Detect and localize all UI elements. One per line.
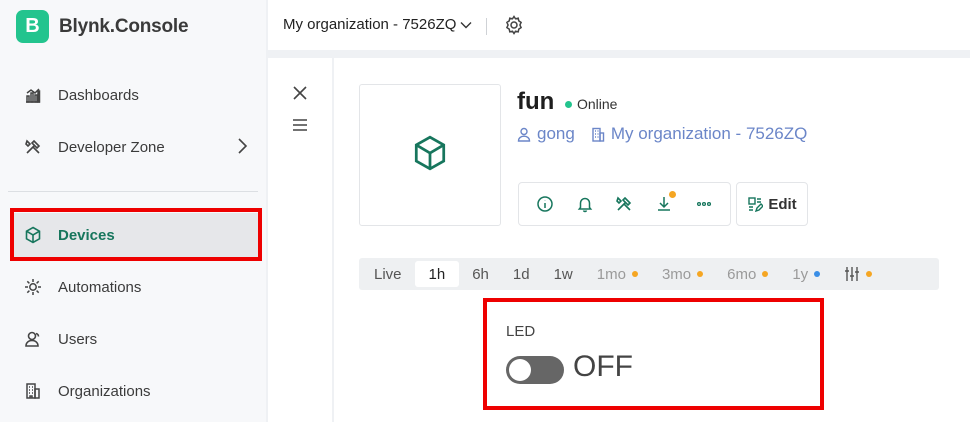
highlight-box-led-widget bbox=[483, 298, 824, 410]
tools-icon bbox=[616, 196, 632, 211]
gear-icon[interactable] bbox=[504, 15, 524, 40]
sidebar-item-label: Users bbox=[58, 330, 98, 348]
sidebar-item-label: Organizations bbox=[58, 382, 151, 400]
dashboard-chart-icon bbox=[23, 85, 43, 105]
organization-name: My organization - 7526ZQ bbox=[610, 124, 808, 143]
time-range-1d[interactable]: 1d bbox=[502, 261, 541, 287]
notification-dot bbox=[669, 191, 677, 198]
more-button[interactable] bbox=[690, 190, 718, 218]
time-range-label: 1mo bbox=[596, 265, 626, 283]
chevron-right-icon bbox=[236, 137, 248, 159]
edit-button[interactable]: Edit bbox=[736, 182, 808, 226]
top-bar: My organization - 7526ZQ bbox=[268, 0, 970, 50]
time-range-selector: Live 1h 6h 1d 1w 1mo 3mo 6mo 1y bbox=[359, 258, 939, 290]
organization-selector[interactable]: My organization - 7526ZQ bbox=[283, 16, 472, 33]
more-dots-icon bbox=[697, 201, 712, 207]
topbar-separator bbox=[486, 18, 487, 35]
tools-icon bbox=[23, 137, 43, 157]
organization-name: My organization - 7526ZQ bbox=[283, 16, 457, 33]
device-image bbox=[359, 84, 501, 226]
brand-logo: B bbox=[16, 10, 49, 43]
developer-tools-button[interactable] bbox=[610, 190, 638, 218]
sidebar-item-automations[interactable]: Automations bbox=[10, 265, 258, 309]
time-range-6h[interactable]: 6h bbox=[461, 261, 500, 287]
user-icon bbox=[517, 127, 531, 142]
sidebar-item-dashboards[interactable]: Dashboards bbox=[10, 73, 258, 117]
time-range-3mo[interactable]: 3mo bbox=[651, 261, 714, 287]
edit-label: Edit bbox=[768, 195, 797, 213]
info-button[interactable] bbox=[531, 190, 559, 218]
sidebar-item-users[interactable]: Users bbox=[10, 317, 258, 361]
premium-dot bbox=[697, 271, 704, 277]
premium-dot bbox=[814, 271, 821, 277]
time-range-1w[interactable]: 1w bbox=[543, 261, 584, 287]
time-range-1mo[interactable]: 1mo bbox=[586, 261, 649, 287]
sidebar-item-label: Automations bbox=[58, 278, 142, 296]
sliders-icon bbox=[845, 267, 860, 281]
time-range-label: 6mo bbox=[727, 265, 757, 283]
organization-link[interactable]: My organization - 7526ZQ bbox=[591, 124, 808, 144]
close-icon[interactable] bbox=[292, 85, 308, 106]
download-button[interactable] bbox=[650, 190, 678, 218]
sidebar-item-label: Developer Zone bbox=[58, 138, 165, 156]
time-range-1h[interactable]: 1h bbox=[414, 261, 460, 287]
time-range-label: 1h bbox=[428, 265, 446, 283]
time-range-label: 6h bbox=[472, 265, 489, 283]
device-tool-panel bbox=[268, 58, 332, 422]
custom-range-button[interactable] bbox=[833, 261, 883, 287]
time-range-label: Live bbox=[374, 265, 402, 283]
time-range-label: 3mo bbox=[661, 265, 692, 283]
device-name: fun bbox=[517, 88, 555, 115]
users-icon bbox=[23, 329, 43, 349]
sidebar-divider bbox=[8, 191, 258, 192]
device-action-group bbox=[518, 182, 731, 226]
sidebar-item-label: Dashboards bbox=[58, 86, 139, 104]
brand-name: Blynk.Console bbox=[59, 15, 189, 37]
time-range-label: 1d bbox=[512, 265, 530, 283]
status-text: Online bbox=[577, 96, 618, 112]
time-range-label: 1w bbox=[553, 265, 573, 283]
premium-dot bbox=[631, 271, 638, 277]
cube-icon bbox=[411, 134, 449, 177]
time-range-1y[interactable]: 1y bbox=[781, 261, 831, 287]
sidebar: B Blynk.Console Dashboards Developer Zon… bbox=[0, 0, 266, 422]
time-range-6mo[interactable]: 6mo bbox=[716, 261, 779, 287]
chevron-down-icon bbox=[460, 16, 472, 33]
device-status: Online bbox=[565, 96, 617, 112]
notifications-button[interactable] bbox=[571, 190, 599, 218]
premium-dot bbox=[866, 271, 873, 277]
info-icon bbox=[537, 196, 553, 212]
sidebar-item-developer-zone[interactable]: Developer Zone bbox=[10, 125, 258, 169]
building-icon bbox=[23, 381, 43, 401]
premium-dot bbox=[762, 271, 769, 277]
highlight-box-devices bbox=[10, 208, 262, 261]
building-icon bbox=[592, 127, 605, 142]
time-range-label: 1y bbox=[792, 265, 809, 283]
hamburger-menu-icon[interactable] bbox=[292, 118, 308, 137]
edit-icon bbox=[748, 197, 764, 212]
sidebar-item-organizations[interactable]: Organizations bbox=[10, 369, 258, 413]
owner-name: gong bbox=[537, 124, 575, 143]
status-dot bbox=[565, 100, 572, 108]
owner-link[interactable]: gong bbox=[517, 124, 575, 144]
time-range-live[interactable]: Live bbox=[363, 261, 413, 287]
bell-icon bbox=[577, 197, 592, 213]
device-meta: gong My organization - 7526ZQ bbox=[517, 124, 823, 144]
brand[interactable]: B Blynk.Console bbox=[16, 10, 189, 43]
sun-gear-icon bbox=[23, 277, 43, 297]
